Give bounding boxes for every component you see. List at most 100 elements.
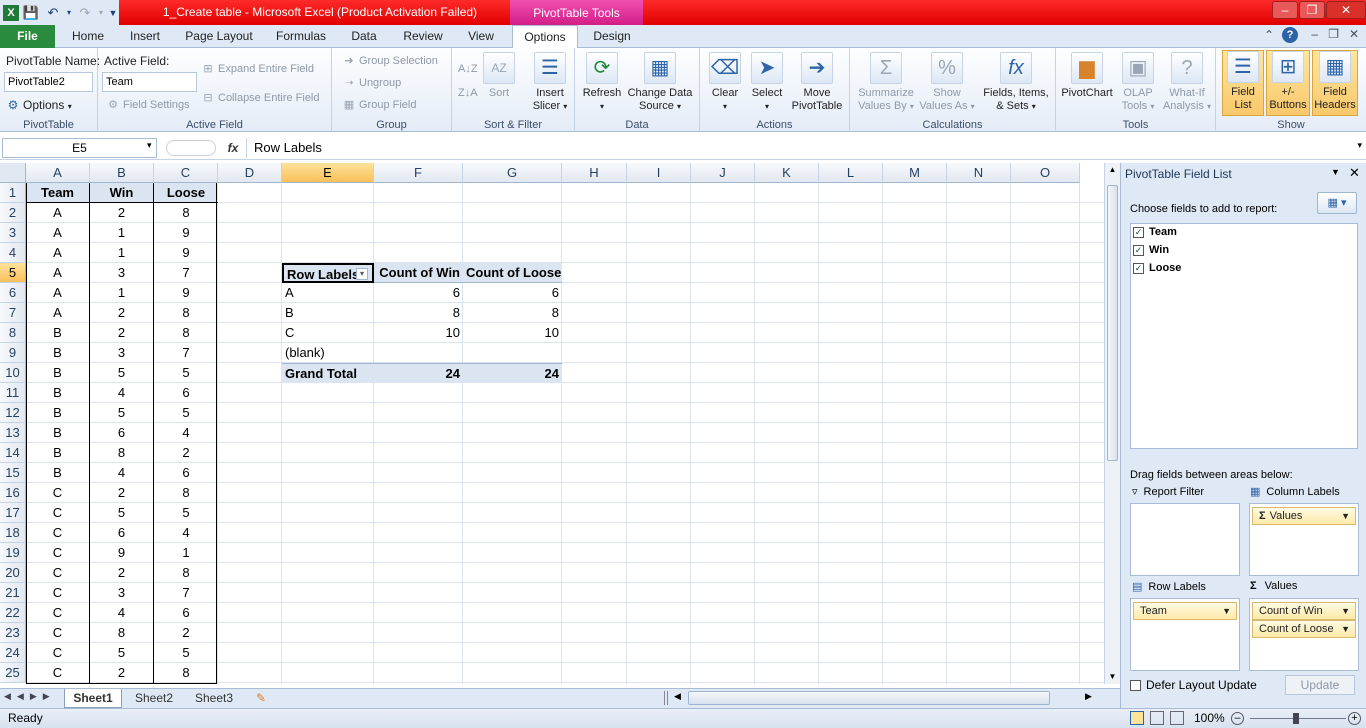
tab-formulas[interactable]: Formulas (268, 25, 334, 48)
field-item-team[interactable]: ✓ Team (1133, 226, 1177, 238)
scroll-up-icon[interactable]: ▲ (1106, 163, 1119, 177)
select-button[interactable]: ➤ Select ▾ (746, 52, 788, 113)
field-list-button[interactable]: ☰ Field List (1222, 50, 1264, 116)
tab-data[interactable]: Data (341, 25, 387, 48)
column-header-e[interactable]: E (282, 163, 374, 183)
workbook-close-icon[interactable]: ✕ (1349, 27, 1359, 41)
row-labels-area[interactable]: Team ▼ (1130, 598, 1240, 671)
tab-home[interactable]: Home (63, 25, 113, 48)
field-list-close-icon[interactable]: ✕ (1349, 165, 1360, 181)
restore-icon[interactable]: ❐ (1299, 1, 1325, 19)
column-header-o[interactable]: O (1011, 163, 1080, 183)
tab-split-handle[interactable] (664, 691, 668, 705)
column-header-a[interactable]: A (26, 163, 90, 183)
column-header-f[interactable]: F (374, 163, 463, 183)
scroll-left-icon[interactable]: ◀ (674, 691, 681, 702)
pivot-row-labels-header[interactable]: Row Labels ▾ (282, 263, 374, 283)
row-header-11[interactable]: 11 (0, 383, 26, 403)
row-header-24[interactable]: 24 (0, 643, 26, 663)
chip-dropdown-icon[interactable]: ▼ (1222, 603, 1231, 619)
field-headers-button[interactable]: ▦ Field Headers (1312, 50, 1358, 116)
formula-input[interactable]: Row Labels (246, 138, 1350, 158)
row-header-8[interactable]: 8 (0, 323, 26, 343)
undo-dropdown-icon[interactable]: ▾ (65, 3, 73, 23)
workbook-minimize-icon[interactable]: – (1311, 27, 1318, 41)
ungroup-button[interactable]: ➝ Ungroup (342, 76, 401, 89)
sort-az-icon[interactable]: A↓Z (458, 58, 478, 80)
pivotchart-button[interactable]: ▆ PivotChart (1058, 52, 1116, 100)
pivot-header-cell[interactable]: Count of Win (374, 263, 463, 283)
column-header-k[interactable]: K (755, 163, 819, 183)
tab-page-layout[interactable]: Page Layout (178, 25, 260, 48)
tab-insert[interactable]: Insert (120, 25, 170, 48)
redo-icon[interactable]: ↷ (75, 3, 95, 23)
column-header-i[interactable]: I (627, 163, 691, 183)
pivot-value-cell[interactable] (463, 343, 562, 363)
undo-icon[interactable]: ↶ (43, 3, 63, 23)
page-break-view-icon[interactable] (1170, 711, 1184, 725)
sheet-tab-sheet1[interactable]: Sheet1 (64, 689, 122, 708)
column-labels-area[interactable]: Σ Values ▼ (1249, 503, 1359, 576)
tab-file[interactable]: File (0, 25, 55, 48)
olap-tools-button[interactable]: ▣ OLAP Tools ▾ (1116, 52, 1160, 113)
zoom-slider-thumb[interactable] (1293, 713, 1299, 724)
row-header-2[interactable]: 2 (0, 203, 26, 223)
move-pivottable-button[interactable]: ➔ Move PivotTable (788, 52, 846, 113)
sheet-tab-sheet2[interactable]: Sheet2 (126, 689, 182, 708)
change-data-source-button[interactable]: ▦ Change Data Source ▾ (625, 52, 695, 113)
pivot-row-label[interactable]: C (282, 323, 374, 343)
collapse-entire-field-button[interactable]: ⊟ Collapse Entire Field (201, 91, 319, 104)
row-header-14[interactable]: 14 (0, 443, 26, 463)
row-header-21[interactable]: 21 (0, 583, 26, 603)
formula-resize-handle[interactable] (166, 140, 216, 156)
row-header-22[interactable]: 22 (0, 603, 26, 623)
row-header-12[interactable]: 12 (0, 403, 26, 423)
redo-dropdown-icon[interactable]: ▾ (97, 3, 105, 23)
worksheet-grid[interactable]: ABCDEFGHIJKLMNO 1 2 3 4 5 6 7 8 9 10 11 12 13 14 15 16 1… (0, 163, 1104, 684)
sheet-nav-icon[interactable]: ◀◀▶▶ (4, 691, 56, 702)
close-icon[interactable]: ✕ (1326, 1, 1366, 19)
zoom-in-icon[interactable]: + (1348, 712, 1361, 725)
row-header-1[interactable]: 1 (0, 183, 26, 203)
field-item-win[interactable]: ✓ Win (1133, 244, 1169, 256)
pivot-grand-total-value[interactable]: 24 (374, 363, 463, 383)
pivottable-name-input[interactable]: PivotTable2 (4, 72, 93, 92)
checkbox-checked-icon[interactable]: ✓ (1133, 226, 1144, 238)
tab-options[interactable]: Options (512, 25, 578, 49)
summarize-values-by-button[interactable]: Σ Summarize Values By ▾ (854, 52, 918, 113)
field-list-layout-icon[interactable]: ▦ ▾ (1317, 192, 1357, 214)
field-list-menu-icon[interactable]: ▼ (1331, 167, 1340, 177)
row-labels-filter-icon[interactable]: ▾ (356, 268, 368, 280)
row-chip-team[interactable]: Team ▼ (1133, 602, 1237, 620)
pivot-row-label[interactable]: (blank) (282, 343, 374, 363)
zoom-out-icon[interactable]: – (1231, 712, 1244, 725)
sort-button[interactable]: AZ Sort (482, 52, 516, 100)
expand-entire-field-button[interactable]: ⊞ Expand Entire Field (201, 62, 314, 75)
pivot-value-cell[interactable]: 10 (463, 323, 562, 343)
row-header-25[interactable]: 25 (0, 663, 26, 683)
column-header-d[interactable]: D (218, 163, 282, 183)
row-header-20[interactable]: 20 (0, 563, 26, 583)
name-box[interactable]: E5 (2, 138, 157, 158)
pivot-value-cell[interactable]: 6 (374, 283, 463, 303)
column-header-m[interactable]: M (883, 163, 947, 183)
clear-button[interactable]: ⌫ Clear ▾ (704, 52, 746, 113)
row-header-19[interactable]: 19 (0, 543, 26, 563)
update-button[interactable]: Update (1285, 675, 1355, 695)
chip-dropdown-icon[interactable]: ▼ (1341, 603, 1350, 619)
plus-minus-buttons-button[interactable]: ⊞ +/- Buttons (1266, 50, 1310, 116)
row-header-15[interactable]: 15 (0, 463, 26, 483)
customize-qat-icon[interactable]: ▼ (107, 3, 119, 23)
insert-sheet-icon[interactable]: ✎ (250, 689, 272, 708)
column-header-j[interactable]: J (691, 163, 755, 183)
column-header-b[interactable]: B (90, 163, 154, 183)
pivot-row-label[interactable]: A (282, 283, 374, 303)
insert-function-icon[interactable]: fx (222, 138, 244, 158)
scroll-right-icon[interactable]: ▶ (1085, 691, 1092, 702)
row-header-3[interactable]: 3 (0, 223, 26, 243)
pivot-grand-total-value[interactable]: 24 (463, 363, 562, 383)
group-selection-button[interactable]: ➜ Group Selection (342, 54, 438, 67)
workbook-restore-icon[interactable]: ❐ (1328, 27, 1339, 41)
pivot-grand-total-label[interactable]: Grand Total (282, 363, 374, 383)
save-icon[interactable]: 💾 (21, 3, 41, 23)
